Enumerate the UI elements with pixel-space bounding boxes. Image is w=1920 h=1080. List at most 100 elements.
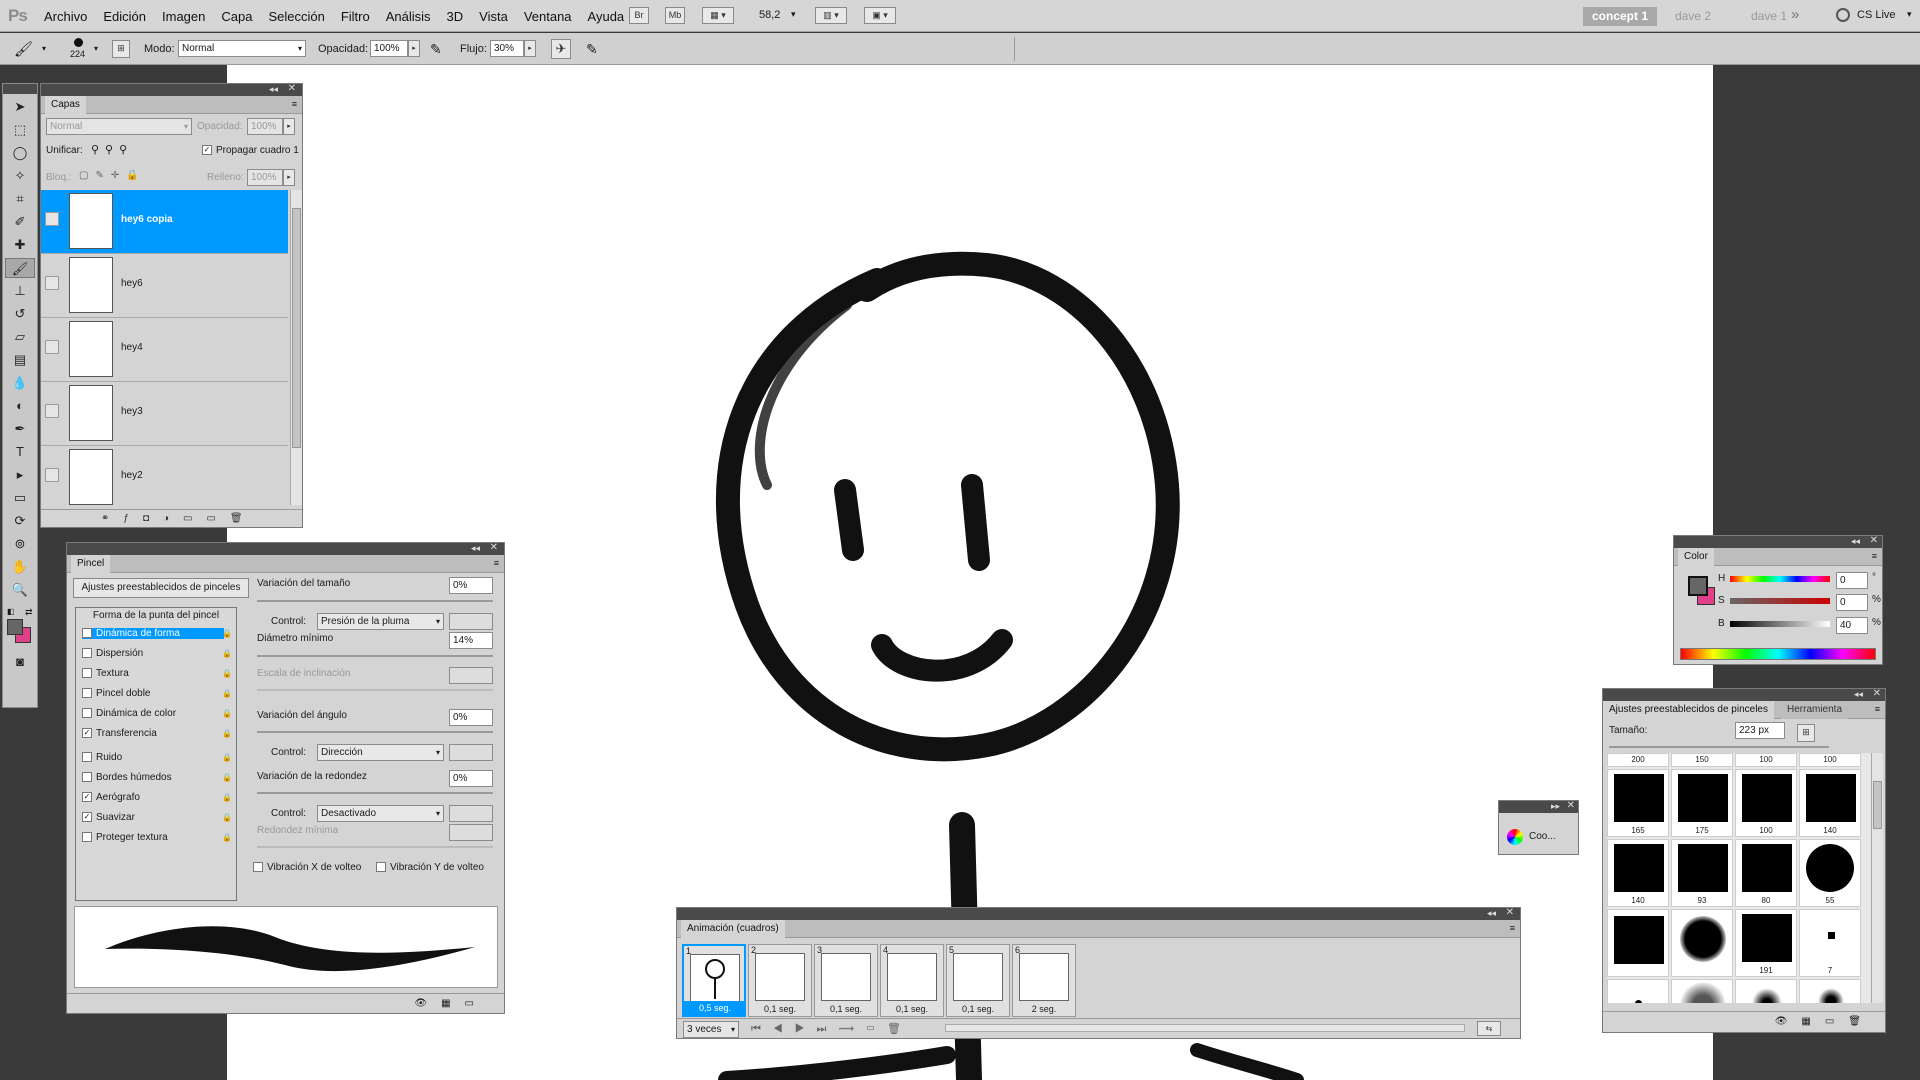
brush-panel-toggle-icon[interactable]: ⊞ [112,40,130,58]
layer-visibility-toggle[interactable] [45,468,59,482]
frame-delay[interactable]: 2 seg. [1013,1002,1075,1016]
airbrush-toggle-icon[interactable]: ✈ [551,39,571,59]
shape-tool-icon[interactable]: ▭ [5,488,35,508]
layer-row-hey6-copia[interactable]: hey6 copia [41,190,288,254]
color-spectrum-ramp[interactable] [1680,648,1876,660]
brush-tool-icon[interactable]: 🖌 [14,40,33,58]
menu-archivo[interactable]: Archivo [44,9,87,24]
option-smoothing[interactable]: ✓ Suavizar [82,812,135,823]
lock-icon[interactable]: 🔒 [222,649,232,658]
option-shape-dynamics[interactable]: ✓ Dinámica de forma [82,628,224,639]
unify-icons[interactable]: ⚲⚲⚲ [91,143,133,156]
size-jitter-input[interactable]: 0% [449,577,493,594]
size-slider[interactable] [1609,746,1829,748]
panel-menu-icon[interactable]: ≡ [494,558,499,568]
preset-cell[interactable]: 140 [1799,769,1861,837]
brush-preview-icon[interactable] [74,38,83,47]
layer-row-hey4[interactable]: hey4 [41,318,288,382]
frame-delay[interactable]: 0,5 seg. [684,1001,746,1015]
layer-list-scrollbar[interactable] [290,190,302,505]
menu-imagen[interactable]: Imagen [162,9,205,24]
collapsed-panel-label[interactable]: Coo... [1529,831,1556,842]
animation-frame-2[interactable]: 2 0,1 seg. [748,944,812,1017]
s-input[interactable]: 0 [1836,594,1868,611]
brush-presets-footer-icons[interactable]: 👁▦▭🗑 [1603,1011,1885,1031]
type-tool-icon[interactable]: T [5,442,35,462]
layer-row-hey2[interactable]: hey2 [41,446,288,510]
size-input[interactable]: 223 px [1735,722,1785,739]
layer-visibility-toggle[interactable] [45,212,59,226]
layer-visibility-toggle[interactable] [45,340,59,354]
preset-cell[interactable] [1607,909,1669,977]
flip-x-checkbox[interactable]: Vibración X de volteo [253,862,361,873]
collapsed-panel-titlebar[interactable]: ▸▸ ✕ [1499,800,1578,813]
animation-frame-4[interactable]: 4 0,1 seg. [880,944,944,1017]
flow-input[interactable]: 30% [490,40,524,57]
b-input[interactable]: 40 [1836,617,1868,634]
lasso-tool-icon[interactable]: ◯ [5,143,35,163]
roundness-jitter-input[interactable]: 0% [449,770,493,787]
control-select-2[interactable]: Dirección ▾ [317,744,444,761]
angle-jitter-input[interactable]: 0% [449,709,493,726]
close-icon[interactable]: ✕ [1506,907,1514,918]
collapse-icon[interactable]: ◂◂ [1854,689,1863,700]
min-diameter-slider[interactable] [257,655,493,657]
preset-cell[interactable]: 93 [1671,839,1733,907]
frame-delay[interactable]: 0,1 seg. [815,1002,877,1016]
saturation-slider[interactable] [1730,598,1830,604]
animation-frame-6[interactable]: 62 seg. [1012,944,1076,1017]
blur-tool-icon[interactable]: 💧 [5,373,35,393]
pen-tool-icon[interactable]: ✒ [5,419,35,439]
control-amount-2[interactable] [449,744,493,761]
menu-3d[interactable]: 3D [447,9,464,24]
brush-footer-icons[interactable]: 👁▦▭ [67,993,504,1013]
loop-select[interactable]: 3 veces ▾ [683,1021,739,1038]
color-wheel-icon[interactable] [1507,829,1523,845]
control-select-3[interactable]: Desactivado ▾ [317,805,444,822]
preset-cell[interactable] [1735,979,1797,1003]
menu-capa[interactable]: Capa [221,9,252,24]
option-transfer[interactable]: ✓ Transferencia [82,728,157,739]
close-icon[interactable]: ✕ [1873,688,1881,699]
color-panel-fg-swatch[interactable] [1688,576,1708,596]
min-diameter-input[interactable]: 14% [449,632,493,649]
brush-tip-shape-item[interactable]: Forma de la punta del pincel [76,610,236,621]
collapse-icon[interactable]: ◂◂ [1851,536,1860,547]
size-jitter-slider[interactable] [257,600,493,602]
scrollbar-thumb[interactable] [1873,781,1882,829]
marquee-tool-icon[interactable]: ⬚ [5,120,35,140]
control-select-1[interactable]: Presión de la pluma ▾ [317,613,444,630]
frame-delay[interactable]: 0,1 seg. [749,1002,811,1016]
hand-tool-icon[interactable]: ✋ [5,557,35,577]
hue-slider[interactable] [1730,576,1830,582]
panel-menu-icon[interactable]: ≡ [1875,704,1880,714]
menu-ventana[interactable]: Ventana [524,9,572,24]
lock-icon[interactable]: 🔒 [222,793,232,802]
collapse-icon[interactable]: ◂◂ [471,543,480,554]
preset-cell[interactable] [1671,979,1733,1003]
brush-panel-titlebar[interactable]: ◂◂ ✕ [67,542,504,555]
layer-visibility-toggle[interactable] [45,276,59,290]
animation-frame-5[interactable]: 5 0,1 seg. [946,944,1010,1017]
preset-cell[interactable] [1671,909,1733,977]
pressure-size-icon[interactable]: ✎ [586,41,598,58]
history-brush-tool-icon[interactable]: ↺ [5,304,35,324]
min-roundness-input[interactable] [449,824,493,841]
collapse-icon[interactable]: ◂◂ [269,84,278,95]
lock-icon[interactable]: 🔒 [222,773,232,782]
menu-vista[interactable]: Vista [479,9,508,24]
new-preset-icon[interactable]: ⊞ [1797,724,1815,742]
gradient-tool-icon[interactable]: ▤ [5,350,35,370]
lock-icon[interactable]: 🔒 [222,833,232,842]
eraser-tool-icon[interactable]: ▱ [5,327,35,347]
lock-icon[interactable]: 🔒 [222,709,232,718]
zoom-dropdown-icon[interactable]: ▾ [791,9,796,20]
opacity-input[interactable]: 100% [370,40,408,57]
preset-cell[interactable]: 100 [1735,769,1797,837]
preset-cell[interactable]: 80 [1735,839,1797,907]
tab-pincel[interactable]: Pincel [71,555,111,573]
frames-horizontal-scrollbar[interactable] [945,1024,1465,1032]
frame-delay[interactable]: 0,1 seg. [947,1002,1009,1016]
h-input[interactable]: 0 [1836,572,1868,589]
brush-presets-button[interactable]: Ajustes preestablecidos de pinceles [73,578,249,598]
